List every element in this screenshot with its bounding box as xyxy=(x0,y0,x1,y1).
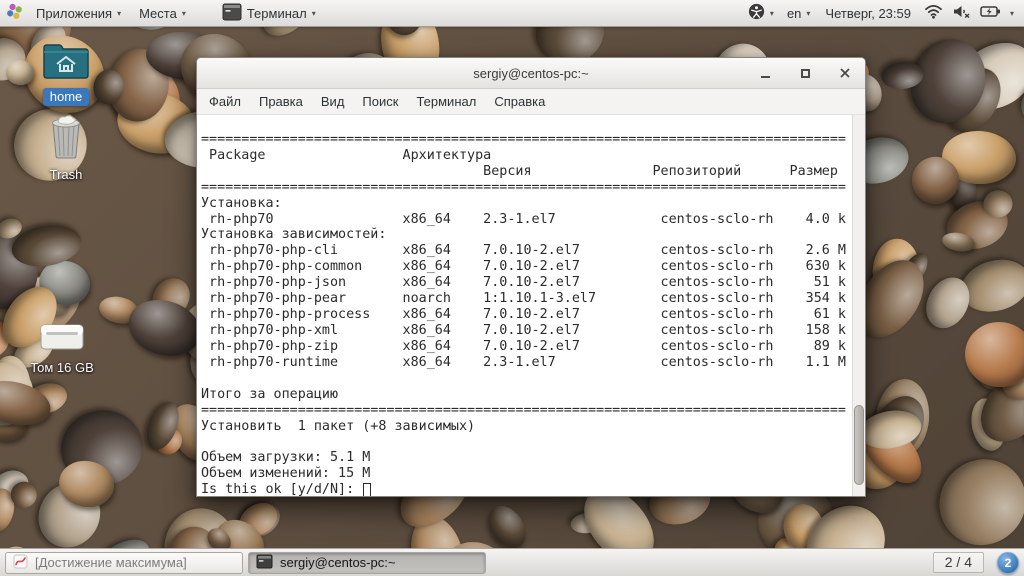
wifi-icon xyxy=(924,4,943,22)
chevron-down-icon: ▾ xyxy=(117,8,121,18)
maximize-button[interactable] xyxy=(797,65,813,81)
places-menu[interactable]: Места ▾ xyxy=(130,0,195,26)
document-app-icon xyxy=(13,554,28,572)
wallpaper-pebble xyxy=(962,319,1024,389)
desktop-icon-trash[interactable]: Trash xyxy=(21,113,111,182)
applications-menu-icon xyxy=(6,3,23,23)
scrollbar-thumb[interactable] xyxy=(854,405,864,485)
close-button[interactable] xyxy=(837,65,853,81)
applications-menu-label: Приложения xyxy=(36,6,112,21)
removable-volume-icon xyxy=(38,322,86,357)
active-app-menu[interactable]: Терминал ▾ xyxy=(213,0,325,26)
taskbar-window-document[interactable]: [Достижение максимума] xyxy=(5,552,243,574)
terminal-app-icon xyxy=(256,554,273,572)
applications-menu[interactable]: Приложения ▾ xyxy=(27,0,130,26)
keyboard-layout-menu[interactable]: en ▾ xyxy=(785,6,812,21)
menu-help[interactable]: Справка xyxy=(485,91,554,112)
home-folder-icon xyxy=(42,40,90,85)
minimize-button[interactable] xyxy=(757,65,773,81)
menu-search[interactable]: Поиск xyxy=(353,91,407,112)
volume-muted-icon xyxy=(952,4,971,22)
notification-badge[interactable]: 2 xyxy=(997,552,1019,574)
keyboard-layout-label: en xyxy=(787,6,801,21)
chevron-down-icon: ▾ xyxy=(770,8,774,18)
desktop-icon-label: Trash xyxy=(50,167,83,182)
active-app-label: Терминал xyxy=(247,6,307,21)
desktop-icon-label: home xyxy=(43,88,90,106)
taskbar-window-terminal[interactable]: sergiy@centos-pc:~ xyxy=(248,552,486,574)
chevron-down-icon: ▾ xyxy=(182,8,186,18)
window-titlebar[interactable]: sergiy@centos-pc:~ xyxy=(197,58,865,89)
close-icon xyxy=(840,68,850,78)
desktop-icon-home[interactable]: home xyxy=(21,40,111,106)
terminal-output[interactable]: ========================================… xyxy=(197,115,865,496)
menu-edit[interactable]: Правка xyxy=(250,91,312,112)
clock[interactable]: Четверг, 23:59 xyxy=(821,6,915,21)
accessibility-menu[interactable]: ▾ xyxy=(746,3,776,23)
desktop-icon-volume[interactable]: Том 16 GB xyxy=(17,322,107,375)
wallpaper-pebble xyxy=(922,442,1024,563)
terminal-window: sergiy@centos-pc:~ Файл Правка Вид Поиск… xyxy=(196,57,866,497)
top-panel: Приложения ▾ Места ▾ Терминал ▾ ▾ xyxy=(0,0,1024,27)
terminal-menubar: Файл Правка Вид Поиск Терминал Справка xyxy=(197,89,865,115)
minimize-icon xyxy=(761,76,770,78)
taskbar-window-title: sergiy@centos-pc:~ xyxy=(280,555,395,570)
chevron-down-icon: ▾ xyxy=(806,8,810,18)
chevron-down-icon: ▾ xyxy=(312,8,316,18)
terminal-scrollbar[interactable] xyxy=(852,115,865,496)
terminal-text: ========================================… xyxy=(197,115,865,496)
window-title: sergiy@centos-pc:~ xyxy=(473,66,588,81)
bottom-panel: [Достижение максимума] sergiy@centos-pc:… xyxy=(0,548,1024,576)
taskbar-window-title: [Достижение максимума] xyxy=(35,555,187,570)
desktop-icon-label: Том 16 GB xyxy=(30,360,94,375)
menu-view[interactable]: Вид xyxy=(312,91,354,112)
menu-file[interactable]: Файл xyxy=(200,91,250,112)
places-menu-label: Места xyxy=(139,6,177,21)
trash-can-icon xyxy=(46,113,86,164)
chevron-down-icon[interactable]: ▾ xyxy=(1010,8,1014,18)
terminal-app-icon xyxy=(222,3,242,24)
menu-terminal[interactable]: Терминал xyxy=(407,91,485,112)
workspace-indicator[interactable]: 2 / 4 xyxy=(933,552,984,573)
terminal-cursor xyxy=(363,483,371,496)
battery-charging-icon xyxy=(980,5,1001,21)
accessibility-icon xyxy=(748,3,765,23)
maximize-icon xyxy=(801,69,810,78)
